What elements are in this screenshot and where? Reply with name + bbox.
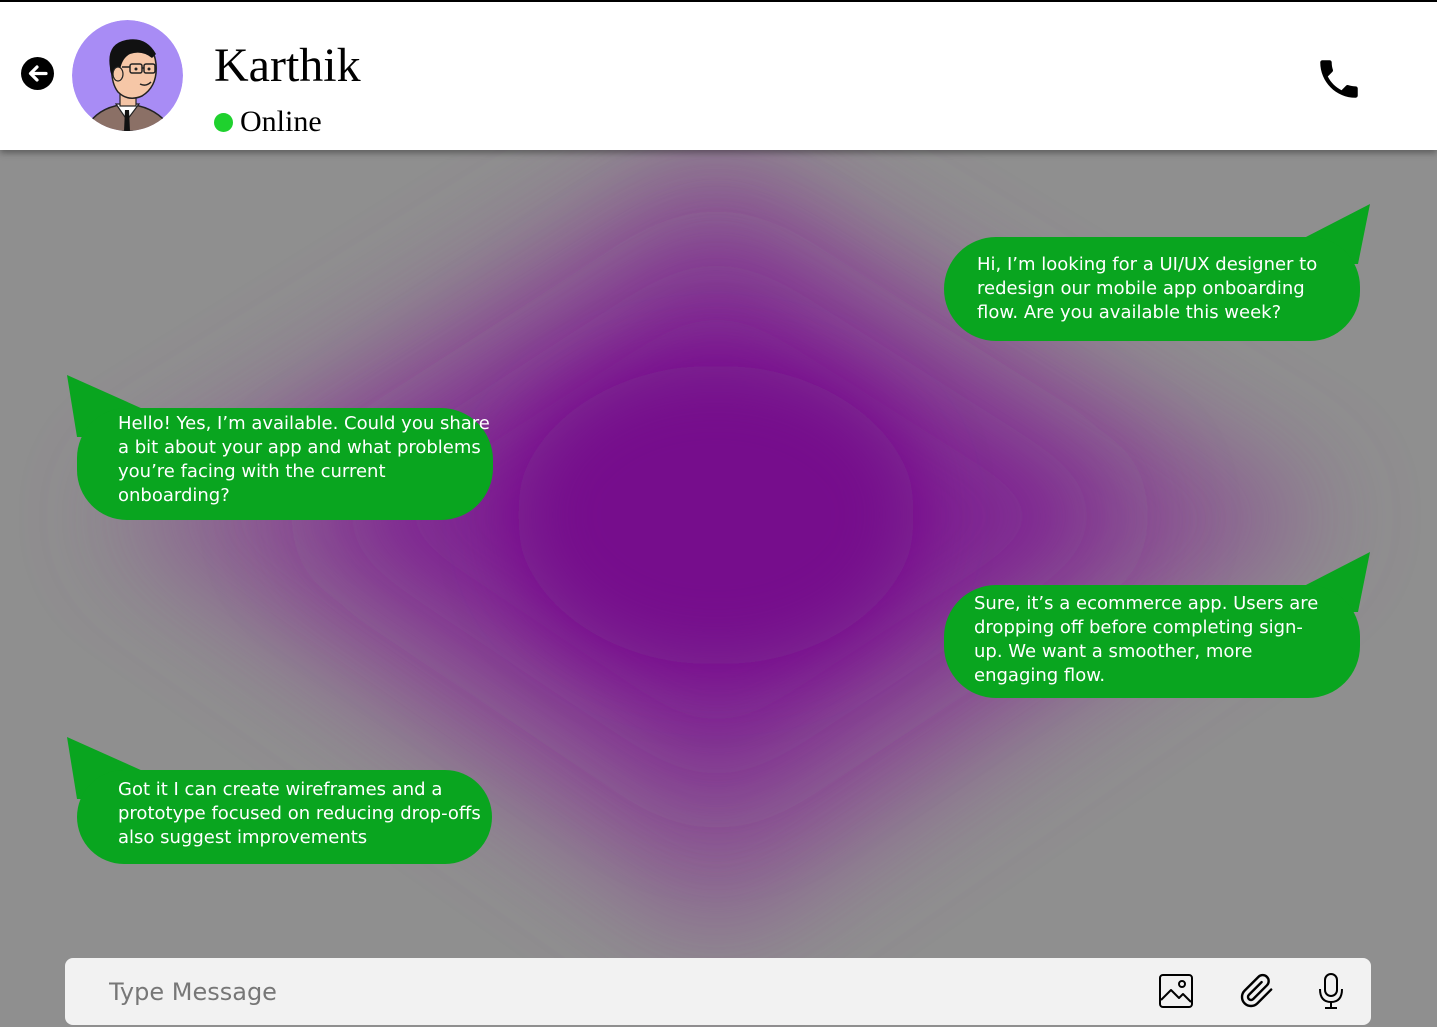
arrow-left-circle-icon [21,57,54,90]
back-button[interactable] [21,57,54,90]
call-button[interactable] [1314,54,1364,104]
online-status-text: Online [240,105,322,138]
message-outgoing: Sure, it’s a ecommerce app. Users are dr… [944,552,1371,698]
chat-screen: Karthik Online Hi, I’m looking for a UI/… [0,0,1437,1027]
message-bubble[interactable]: Hi, I’m looking for a UI/UX designer to … [944,237,1360,341]
microphone-icon [1319,973,1343,1009]
message-incoming: Hello! Yes, I’m available. Could you sha… [65,375,495,520]
message-bubble[interactable]: Sure, it’s a ecommerce app. Users are dr… [944,585,1360,698]
image-icon [1159,974,1193,1008]
chat-header: Karthik Online [0,2,1437,150]
message-text: Got it I can create wireframes and a pro… [118,779,481,848]
message-text: Hi, I’m looking for a UI/UX designer to … [977,254,1318,323]
message-input[interactable] [109,972,1109,1012]
attach-button[interactable] [1239,973,1275,1009]
message-text: Sure, it’s a ecommerce app. Users are dr… [974,593,1319,686]
avatar-illustration [72,20,183,131]
message-bubble[interactable]: Hello! Yes, I’m available. Could you sha… [77,408,493,520]
avatar[interactable] [72,20,183,131]
message-bubble[interactable]: Got it I can create wireframes and a pro… [77,770,492,864]
message-composer [65,958,1371,1025]
top-border [0,0,1437,2]
online-status-dot [214,113,233,132]
paperclip-icon [1240,973,1273,1008]
message-outgoing: Hi, I’m looking for a UI/UX designer to … [944,204,1371,341]
phone-icon [1320,60,1358,98]
message-incoming: Got it I can create wireframes and a pro… [65,737,495,864]
contact-name: Karthik [214,39,361,92]
message-text: Hello! Yes, I’m available. Could you sha… [118,413,490,506]
image-button[interactable] [1158,973,1194,1009]
voice-button[interactable] [1315,972,1347,1010]
